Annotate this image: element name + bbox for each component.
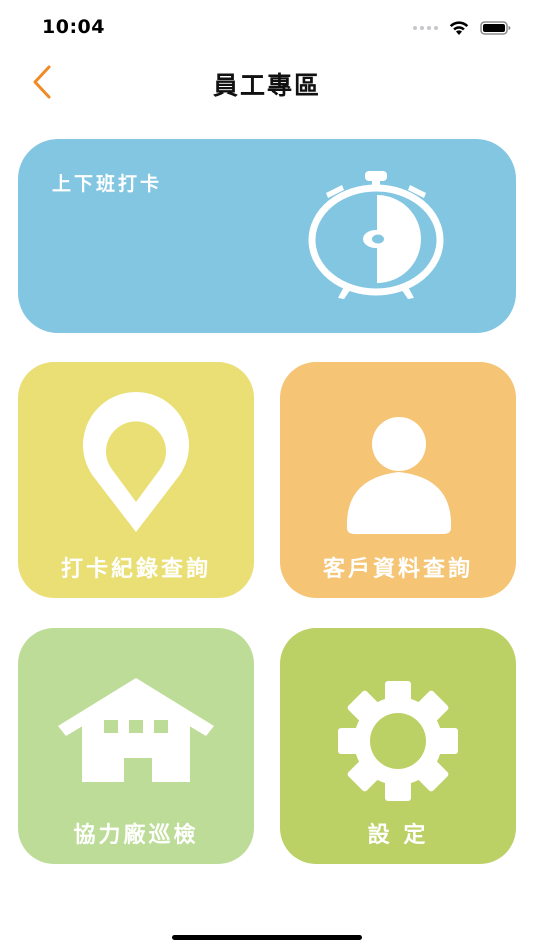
status-icons	[413, 16, 512, 40]
page-title: 員工專區	[212, 71, 321, 100]
settings-label: 設 定	[367, 823, 429, 848]
customer-data-label: 客戶資料查詢	[322, 557, 473, 582]
clock-records-label: 打卡紀錄查詢	[60, 557, 211, 582]
navigation-bar: 員工專區	[0, 54, 534, 110]
wifi-icon	[449, 21, 469, 35]
alarm-clock-icon	[308, 171, 444, 299]
factory-inspection-tile[interactable]: 協力廠巡檢	[18, 628, 254, 864]
home-indicator[interactable]	[172, 935, 362, 940]
clock-in-out-label: 上下班打卡	[52, 173, 163, 195]
house-icon	[58, 678, 214, 782]
battery-icon	[480, 21, 511, 35]
gear-icon	[338, 681, 458, 801]
customer-data-tile[interactable]: 客戶資料查詢	[280, 362, 516, 598]
status-time: 10:04	[42, 16, 105, 38]
clock-in-out-tile[interactable]: 上下班打卡	[18, 139, 516, 333]
clock-records-tile[interactable]: 打卡紀錄查詢	[18, 362, 254, 598]
map-pin-icon	[83, 392, 189, 532]
factory-inspection-label: 協力廠巡檢	[73, 823, 199, 848]
settings-tile[interactable]: 設 定	[280, 628, 516, 864]
person-icon	[346, 417, 452, 534]
cellular-signal-icon	[413, 26, 438, 30]
status-bar: 10:04	[0, 0, 534, 54]
